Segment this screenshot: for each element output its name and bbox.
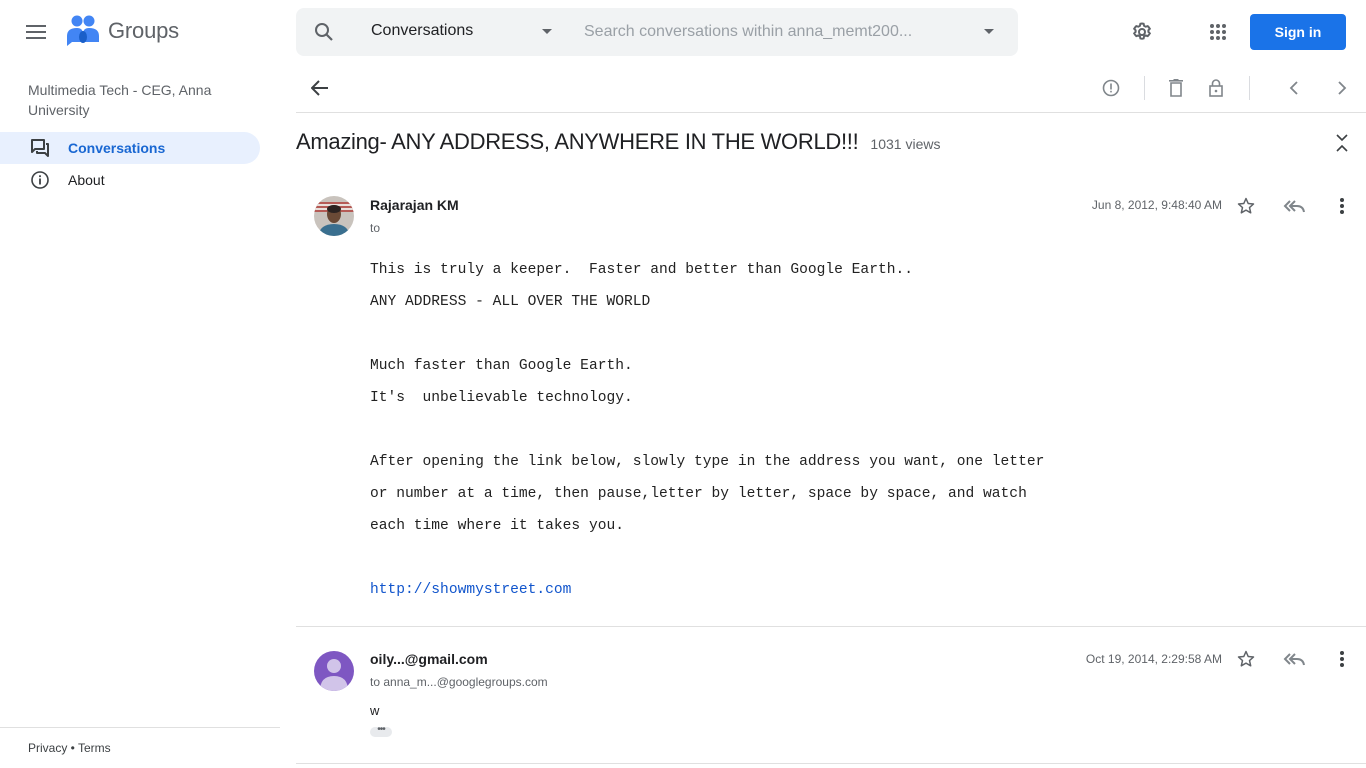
star-outline-icon — [1237, 650, 1255, 667]
chevron-left-icon — [1289, 81, 1298, 95]
back-button[interactable] — [308, 76, 332, 100]
google-apps-button[interactable] — [1202, 16, 1234, 48]
reply-all-icon — [1283, 200, 1305, 213]
search-icon[interactable] — [312, 20, 336, 44]
sidebar-item-about[interactable]: About — [0, 164, 260, 196]
privacy-link[interactable]: Privacy — [28, 741, 67, 755]
settings-button[interactable] — [1126, 16, 1158, 48]
body-line: After opening the link below, slowly typ… — [370, 454, 1045, 470]
body-line: It's unbelievable technology. — [370, 390, 633, 406]
more-vert-icon — [1340, 198, 1344, 214]
search-options-dropdown-icon[interactable] — [984, 29, 994, 34]
message-item: Rajarajan KM to Jun 8, 2012, 9:48:40 AM … — [296, 180, 1366, 627]
app-header: Groups Conversations Sign in — [0, 0, 1366, 64]
view-count: 1031 views — [870, 136, 941, 152]
sender-name[interactable]: oily...@gmail.com — [370, 651, 488, 667]
message-body: This is truly a keeper. Faster and bette… — [370, 260, 1044, 612]
default-avatar-icon — [314, 651, 354, 691]
menu-icon — [26, 25, 46, 39]
more-options-button[interactable] — [1330, 194, 1354, 218]
thread-toolbar — [296, 64, 1366, 113]
body-line: Much faster than Google Earth. — [370, 358, 633, 374]
lock-icon — [1209, 79, 1223, 97]
reply-all-button[interactable] — [1282, 647, 1306, 671]
sender-avatar[interactable] — [314, 196, 354, 236]
body-line — [370, 324, 1044, 356]
recipient-line: to — [370, 221, 381, 235]
groups-logo-icon — [67, 15, 99, 46]
message-item: oily...@gmail.com to anna_m...@googlegro… — [296, 627, 1366, 764]
more-options-button[interactable] — [1330, 647, 1354, 671]
body-line — [370, 420, 1044, 452]
next-thread-button[interactable] — [1330, 76, 1354, 100]
forum-icon — [31, 139, 49, 157]
recipient-line: to anna_m...@googlegroups.com — [370, 675, 548, 689]
star-button[interactable] — [1234, 647, 1258, 671]
group-name[interactable]: Multimedia Tech - CEG, Anna University — [28, 80, 248, 120]
terms-link[interactable]: Terms — [78, 741, 111, 755]
message-link[interactable]: http://showmystreet.com — [370, 582, 571, 598]
report-button[interactable] — [1099, 76, 1123, 100]
toolbar-divider — [1249, 76, 1250, 100]
footer-links: Privacy • Terms — [28, 741, 111, 755]
sender-name[interactable]: Rajarajan KM — [370, 197, 459, 213]
body-line: or number at a time, then pause,letter b… — [370, 486, 1027, 502]
main-menu-button[interactable] — [20, 16, 52, 48]
report-icon — [1102, 79, 1120, 97]
message-body: w — [370, 703, 380, 718]
sidebar-footer: Privacy • Terms — [0, 727, 280, 768]
collapse-all-button[interactable] — [1330, 130, 1354, 156]
toolbar-divider — [1144, 76, 1145, 100]
info-icon — [31, 171, 49, 189]
sidebar-item-label: About — [68, 172, 105, 188]
delete-icon — [1169, 79, 1183, 97]
body-line: ANY ADDRESS - ALL OVER THE WORLD — [370, 294, 651, 310]
more-vert-icon — [1340, 651, 1344, 667]
sender-avatar[interactable] — [314, 651, 354, 691]
thread-subject: Amazing- ANY ADDRESS, ANYWHERE IN THE WO… — [296, 129, 859, 154]
sidebar: Multimedia Tech - CEG, Anna University C… — [0, 64, 280, 768]
scope-dropdown-icon[interactable] — [542, 29, 552, 34]
gear-icon — [1132, 22, 1152, 40]
delete-button[interactable] — [1164, 76, 1188, 100]
body-line: This is truly a keeper. Faster and bette… — [370, 262, 913, 278]
sidebar-item-conversations[interactable]: Conversations — [0, 132, 260, 164]
lock-button[interactable] — [1204, 76, 1228, 100]
reply-all-icon — [1283, 653, 1305, 666]
groups-logo[interactable]: Groups — [66, 14, 179, 48]
message-date: Oct 19, 2014, 2:29:58 AM — [1085, 652, 1222, 666]
message-date: Jun 8, 2012, 9:48:40 AM — [1091, 198, 1222, 212]
app-name: Groups — [108, 18, 179, 43]
search-scope-select[interactable]: Conversations — [371, 22, 473, 40]
thread-title: Amazing- ANY ADDRESS, ANYWHERE IN THE WO… — [296, 129, 940, 155]
user-photo-icon — [314, 196, 354, 236]
show-trimmed-content-button[interactable]: ••• — [370, 725, 392, 737]
search-bar: Conversations — [296, 8, 1018, 56]
body-line: each time where it takes you. — [370, 518, 624, 534]
chevron-right-icon — [1338, 81, 1347, 95]
star-button[interactable] — [1234, 194, 1258, 218]
unfold-less-icon — [1336, 134, 1348, 152]
previous-thread-button[interactable] — [1282, 76, 1306, 100]
sign-in-button[interactable]: Sign in — [1250, 14, 1346, 50]
search-input[interactable] — [584, 20, 964, 44]
body-line — [370, 548, 1044, 580]
reply-all-button[interactable] — [1282, 194, 1306, 218]
sidebar-item-label: Conversations — [68, 140, 166, 156]
footer-separator: • — [67, 741, 78, 755]
arrow-back-icon — [311, 80, 328, 96]
star-outline-icon — [1237, 197, 1255, 214]
apps-grid-icon — [1210, 24, 1226, 40]
